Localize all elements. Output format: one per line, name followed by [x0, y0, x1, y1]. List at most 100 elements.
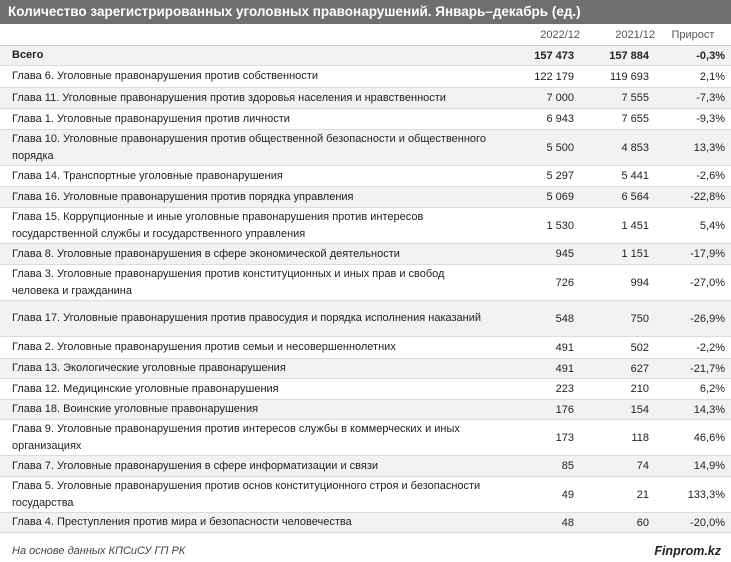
value-2022: 48 [500, 512, 580, 533]
growth-value: -20,0% [655, 512, 731, 533]
total-row: Всего 157 473 157 884 -0,3% [0, 45, 731, 66]
value-2021: 750 [580, 300, 655, 337]
value-2021: 5 441 [580, 165, 655, 187]
table-row: Глава 9. Уголовные правонарушения против… [0, 419, 731, 456]
row-label: Глава 3. Уголовные правонарушения против… [0, 264, 500, 301]
value-2022: 5 297 [500, 165, 580, 187]
growth-value: 13,3% [655, 129, 731, 166]
table-row: Глава 3. Уголовные правонарушения против… [0, 264, 731, 301]
value-2022: 1 530 [500, 207, 580, 244]
row-label: Глава 10. Уголовные правонарушения проти… [0, 129, 500, 166]
row-label: Глава 18. Воинские уголовные правонаруше… [0, 399, 500, 420]
source-note: На основе данных КПСиСУ ГП РК [12, 545, 186, 557]
value-2022: 7 000 [500, 87, 580, 109]
growth-value: -2,6% [655, 165, 731, 187]
row-label: Всего [0, 45, 500, 66]
value-2022: 726 [500, 264, 580, 301]
value-2022: 5 500 [500, 129, 580, 166]
value-2021: 157 884 [580, 45, 655, 66]
value-2022: 85 [500, 455, 580, 477]
value-2021: 6 564 [580, 186, 655, 208]
table-row: Глава 8. Уголовные правонарушения в сфер… [0, 243, 731, 265]
value-2021: 7 655 [580, 108, 655, 130]
growth-value: -7,3% [655, 87, 731, 109]
row-label: Глава 15. Коррупционные и иные уголовные… [0, 207, 500, 244]
value-2022: 157 473 [500, 45, 580, 66]
table-row: Глава 5. Уголовные правонарушения против… [0, 476, 731, 513]
footer: На основе данных КПСиСУ ГП РК Finprom.kz [0, 542, 731, 562]
header-name [0, 24, 500, 46]
value-2021: 119 693 [580, 65, 655, 88]
growth-value: 46,6% [655, 419, 731, 456]
row-label: Глава 8. Уголовные правонарушения в сфер… [0, 243, 500, 265]
value-2021: 60 [580, 512, 655, 533]
brand-logo: Finprom.kz [654, 544, 721, 558]
header-2022: 2022/12 [500, 24, 580, 46]
growth-value: -22,8% [655, 186, 731, 208]
table-row: Глава 2. Уголовные правонарушения против… [0, 336, 731, 359]
value-2022: 173 [500, 419, 580, 456]
value-2022: 223 [500, 378, 580, 400]
table-row: Глава 14. Транспортные уголовные правона… [0, 165, 731, 187]
value-2021: 502 [580, 336, 655, 359]
table-row: Глава 11. Уголовные правонарушения проти… [0, 87, 731, 109]
table-row: Глава 7. Уголовные правонарушения в сфер… [0, 455, 731, 477]
value-2021: 7 555 [580, 87, 655, 109]
table-row: Глава 6. Уголовные правонарушения против… [0, 65, 731, 88]
table-row: Глава 1. Уголовные правонарушения против… [0, 108, 731, 130]
value-2022: 491 [500, 336, 580, 359]
row-label: Глава 9. Уголовные правонарушения против… [0, 419, 500, 456]
growth-value: 6,2% [655, 378, 731, 400]
growth-value: -26,9% [655, 300, 731, 337]
value-2021: 210 [580, 378, 655, 400]
growth-value: 133,3% [655, 476, 731, 513]
table-row: Глава 15. Коррупционные и иные уголовные… [0, 207, 731, 244]
growth-value: -0,3% [655, 45, 731, 66]
value-2021: 4 853 [580, 129, 655, 166]
header-row: 2022/12 2021/12 Прирост [0, 24, 731, 46]
value-2022: 945 [500, 243, 580, 265]
value-2022: 548 [500, 300, 580, 337]
table-title: Количество зарегистрированных уголовных … [0, 0, 731, 24]
table-row: Глава 10. Уголовные правонарушения проти… [0, 129, 731, 166]
table-row: Глава 12. Медицинские уголовные правонар… [0, 378, 731, 400]
row-label: Глава 14. Транспортные уголовные правона… [0, 165, 500, 187]
value-2022: 6 943 [500, 108, 580, 130]
header-2021: 2021/12 [580, 24, 655, 46]
table-row: Глава 18. Воинские уголовные правонаруше… [0, 399, 731, 420]
row-label: Глава 17. Уголовные правонарушения проти… [0, 300, 500, 337]
growth-value: 2,1% [655, 65, 731, 88]
header-growth: Прирост [655, 24, 731, 46]
row-label: Глава 12. Медицинские уголовные правонар… [0, 378, 500, 400]
value-2022: 122 179 [500, 65, 580, 88]
row-label: Глава 11. Уголовные правонарушения проти… [0, 87, 500, 109]
value-2021: 1 151 [580, 243, 655, 265]
growth-value: -21,7% [655, 358, 731, 379]
value-2021: 994 [580, 264, 655, 301]
crime-table: 2022/12 2021/12 Прирост Всего 157 473 157 … [0, 24, 731, 533]
row-label: Глава 2. Уголовные правонарушения против… [0, 336, 500, 359]
table-row: Глава 13. Экологические уголовные правон… [0, 358, 731, 379]
value-2021: 74 [580, 455, 655, 477]
growth-value: -17,9% [655, 243, 731, 265]
row-label: Глава 6. Уголовные правонарушения против… [0, 65, 500, 88]
growth-value: -2,2% [655, 336, 731, 359]
row-label: Глава 13. Экологические уголовные правон… [0, 358, 500, 379]
value-2021: 21 [580, 476, 655, 513]
value-2022: 49 [500, 476, 580, 513]
value-2021: 627 [580, 358, 655, 379]
value-2022: 176 [500, 399, 580, 420]
row-label: Глава 7. Уголовные правонарушения в сфер… [0, 455, 500, 477]
value-2022: 5 069 [500, 186, 580, 208]
table-row: Глава 16. Уголовные правонарушения проти… [0, 186, 731, 208]
value-2022: 491 [500, 358, 580, 379]
growth-value: 14,3% [655, 399, 731, 420]
growth-value: 5,4% [655, 207, 731, 244]
value-2021: 154 [580, 399, 655, 420]
value-2021: 1 451 [580, 207, 655, 244]
row-label: Глава 1. Уголовные правонарушения против… [0, 108, 500, 130]
growth-value: -9,3% [655, 108, 731, 130]
row-label: Глава 16. Уголовные правонарушения проти… [0, 186, 500, 208]
growth-value: -27,0% [655, 264, 731, 301]
row-label: Глава 4. Преступления против мира и безо… [0, 512, 500, 533]
